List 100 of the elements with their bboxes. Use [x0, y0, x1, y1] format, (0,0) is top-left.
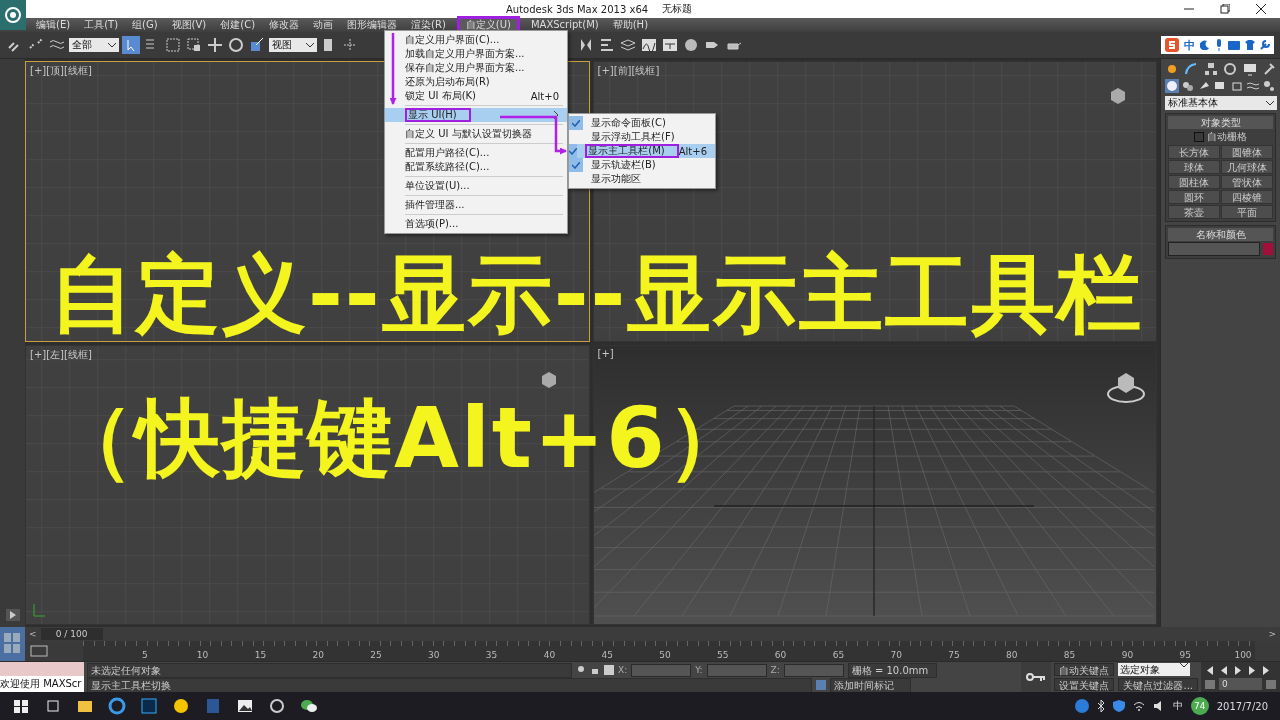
input-language[interactable]: 中: [1172, 699, 1183, 713]
wave-icon[interactable]: [1245, 79, 1260, 93]
monitor-icon[interactable]: [1242, 62, 1257, 76]
time-config-icon[interactable]: [1266, 679, 1276, 689]
object-type-button[interactable]: 圆环: [1168, 190, 1220, 204]
moon-icon[interactable]: [1200, 40, 1210, 50]
s-logo-icon[interactable]: [1165, 38, 1179, 52]
menu-item[interactable]: 锁定 UI 布局(K) Alt+0: [385, 89, 567, 103]
object-type-button[interactable]: 茶壶: [1168, 205, 1220, 219]
category-dropdown[interactable]: 标准基本体: [1165, 96, 1277, 110]
menu-item[interactable]: 图形编辑器: [341, 19, 404, 31]
photo-icon[interactable]: [236, 697, 254, 715]
chevron-down-icon[interactable]: [108, 42, 116, 48]
key-mode-dropdown[interactable]: 选定对象: [1118, 663, 1191, 677]
isolate-icon[interactable]: [576, 665, 586, 675]
object-type-button[interactable]: 圆锥体: [1221, 145, 1273, 159]
key-mode-icon[interactable]: [1205, 679, 1215, 689]
menu-item[interactable]: 自定义 UI 与默认设置切换器: [385, 127, 567, 141]
bluetooth-icon[interactable]: [1096, 700, 1105, 712]
menu-item[interactable]: 保存自定义用户界面方案...: [385, 61, 567, 75]
move-icon[interactable]: [206, 36, 224, 54]
menu-item[interactable]: 加载自定义用户界面方案...: [385, 47, 567, 61]
menu-item[interactable]: 显示轨迹栏(B): [569, 158, 715, 172]
menu-item[interactable]: 显示命令面板(C): [569, 116, 715, 130]
menu-item[interactable]: 配置用户路径(C)...: [385, 146, 567, 160]
motion-icon[interactable]: [1223, 62, 1238, 76]
object-type-button[interactable]: 圆柱体: [1168, 175, 1220, 189]
previous-frame-button[interactable]: <: [25, 629, 41, 639]
align-icon[interactable]: [598, 36, 616, 54]
helper-icon[interactable]: [1229, 79, 1244, 93]
next-key-icon[interactable]: [1247, 665, 1257, 675]
browser-icon[interactable]: [108, 697, 126, 715]
track-bar[interactable]: 5 10 15 20 25 30 35 40 45 50 55 60 65 70 75 80 85 90 95 100: [83, 641, 1255, 661]
menu-item[interactable]: 动画: [307, 19, 340, 31]
taskbar-date[interactable]: 2017/7/20: [1216, 700, 1268, 712]
chevron-down-icon[interactable]: [1266, 100, 1274, 106]
sphere-icon[interactable]: [1165, 79, 1179, 93]
viewport-label[interactable]: [+]: [597, 347, 614, 359]
menu-item[interactable]: 创建(C): [214, 19, 262, 31]
viewport-label[interactable]: [+][顶][线框]: [30, 64, 92, 78]
set-key-button[interactable]: 设置关键点: [1054, 677, 1115, 691]
frame-field[interactable]: 0: [1219, 678, 1262, 690]
systems-icon[interactable]: [1261, 79, 1276, 93]
color-swatch[interactable]: [1263, 243, 1273, 255]
script-listener-input[interactable]: [0, 662, 84, 676]
menu-item[interactable]: 视图(V): [165, 19, 213, 31]
rotate-icon[interactable]: [227, 36, 245, 54]
curve-editor-icon[interactable]: [640, 36, 658, 54]
viewport-label[interactable]: [+][前][线框]: [597, 64, 660, 78]
shield-icon[interactable]: [1112, 700, 1125, 712]
keyboard-icon[interactable]: [1228, 40, 1240, 50]
menu-item[interactable]: 单位设置(U)...: [385, 179, 567, 193]
window-crossing-icon[interactable]: [185, 36, 203, 54]
rollout-title[interactable]: 对象类型: [1168, 116, 1273, 129]
object-type-button[interactable]: 长方体: [1168, 145, 1220, 159]
menu-item[interactable]: 还原为启动布局(R): [385, 75, 567, 89]
app-logo-icon[interactable]: [0, 0, 26, 30]
microphone-icon[interactable]: [1215, 39, 1223, 51]
menu-item[interactable]: 显示浮动工具栏(F): [569, 130, 715, 144]
menu-item[interactable]: 首选项(P)...: [385, 217, 567, 231]
go-to-end-icon[interactable]: [1261, 665, 1271, 675]
viewport-label[interactable]: [+][左][线框]: [30, 347, 92, 362]
next-frame-button[interactable]: >: [1264, 629, 1280, 639]
name-field[interactable]: [1168, 242, 1260, 256]
go-to-start-icon[interactable]: [1205, 665, 1215, 675]
music-icon[interactable]: [172, 697, 190, 715]
menu-item[interactable]: 渲染(R): [405, 19, 452, 31]
schematic-icon[interactable]: [661, 36, 679, 54]
menu-item[interactable]: 自定义(U): [459, 19, 517, 31]
x-field[interactable]: [631, 663, 692, 677]
time-slider-track[interactable]: 0 / 100: [40, 628, 1145, 640]
app-logo-icon[interactable]: [268, 697, 286, 715]
checkbox[interactable]: [1194, 132, 1204, 142]
key-filters-button[interactable]: 关键点过滤器...: [1118, 677, 1198, 691]
object-type-button[interactable]: 平面: [1221, 205, 1273, 219]
key-icon[interactable]: [1026, 672, 1047, 682]
menu-item[interactable]: 显示 UI(H): [385, 108, 567, 122]
menu-item[interactable]: 自定义用户界面(C)...: [385, 33, 567, 47]
menu-item[interactable]: 帮助(H): [606, 19, 655, 31]
menu-item[interactable]: 显示功能区: [569, 172, 715, 186]
chevron-down-icon[interactable]: [306, 42, 314, 48]
reference-coordinate-dropdown[interactable]: 视图: [269, 38, 317, 52]
help-icon[interactable]: [1074, 699, 1089, 713]
menu-item[interactable]: 组(G): [126, 19, 164, 31]
menu-item[interactable]: 配置系统路径(C)...: [385, 160, 567, 174]
maximize-icon[interactable]: [1220, 4, 1230, 14]
scale-icon[interactable]: [248, 36, 266, 54]
expand-button[interactable]: [5, 609, 20, 621]
object-type-button[interactable]: 四棱锥: [1221, 190, 1273, 204]
rectangle-select-icon[interactable]: [164, 36, 182, 54]
rollout-title[interactable]: 名称和颜色: [1168, 228, 1273, 241]
chat-bubble-icon[interactable]: [300, 697, 318, 715]
frame-counter[interactable]: 0 / 100: [40, 628, 103, 640]
viewcube-icon[interactable]: [1108, 86, 1128, 106]
hierarchy-icon[interactable]: [1203, 62, 1218, 76]
play-icon[interactable]: [1233, 665, 1243, 675]
material-editor-icon[interactable]: [682, 36, 700, 54]
close-icon[interactable]: [1256, 4, 1266, 14]
object-type-button[interactable]: 几何球体: [1221, 160, 1273, 174]
ime-mode[interactable]: 中: [1184, 37, 1195, 53]
